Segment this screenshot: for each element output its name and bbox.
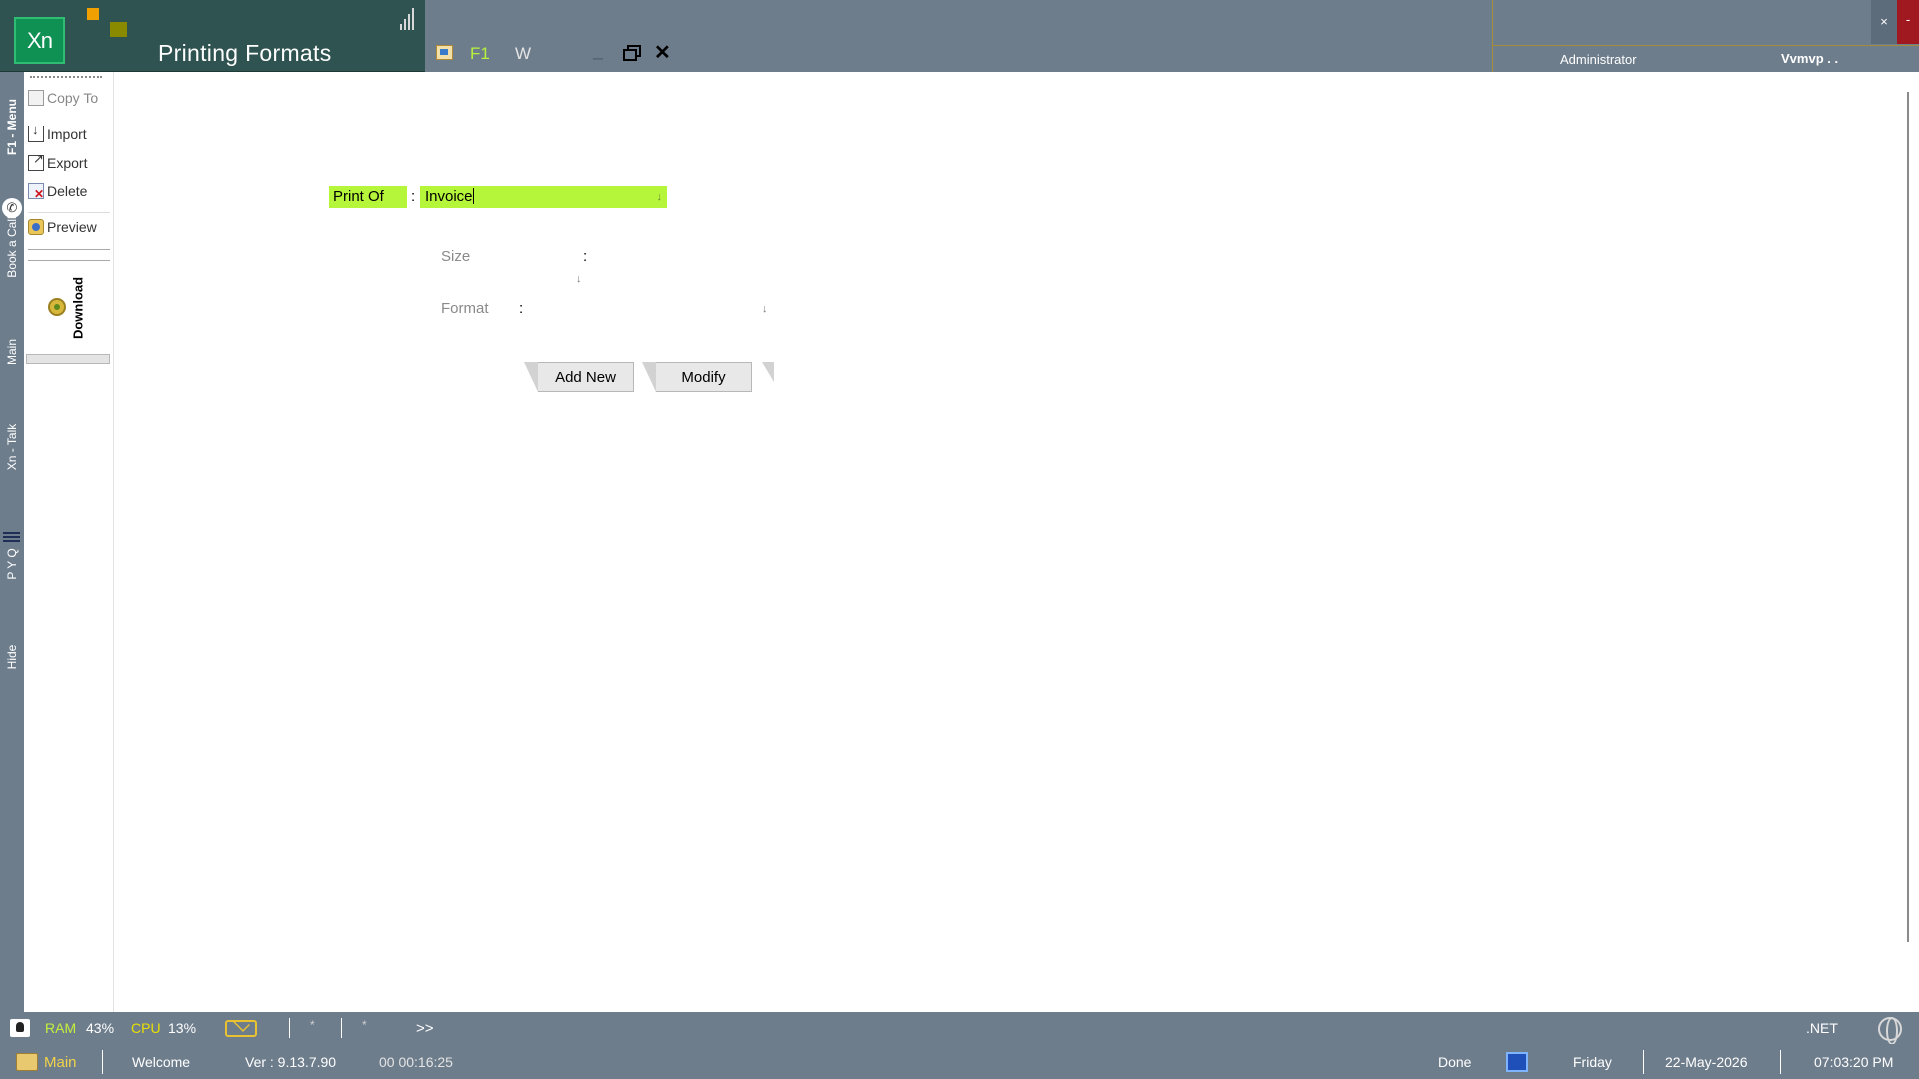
main-tab-vertical[interactable]: Main xyxy=(5,339,19,365)
import-button[interactable]: Import xyxy=(28,122,87,148)
monitor-icon[interactable] xyxy=(1506,1052,1528,1072)
divider xyxy=(28,212,110,213)
top-bar: Xn Printing Formats F1 W _ ✕ × - Adminis… xyxy=(0,0,1919,72)
signal-icon xyxy=(400,8,416,30)
delete-button[interactable]: Delete xyxy=(28,183,87,205)
pyq-tab[interactable]: P Y Q xyxy=(5,548,19,579)
status-star[interactable]: * xyxy=(362,1018,367,1032)
close-window-button[interactable]: ✕ xyxy=(654,40,671,65)
system-status-bar: RAM 43% CPU 13% * * >> .NET xyxy=(0,1012,1919,1045)
side-panel-scrollbar[interactable] xyxy=(26,354,110,364)
cpu-label: CPU xyxy=(131,1020,161,1036)
version-text: Ver : 9.13.7.90 xyxy=(245,1054,337,1070)
globe-icon[interactable] xyxy=(1878,1017,1902,1045)
import-icon xyxy=(28,122,44,142)
print-of-colon: : xyxy=(411,188,416,205)
app-minimize-button[interactable]: - xyxy=(1897,0,1919,44)
print-of-value: Invoice xyxy=(425,188,473,205)
elapsed-time: 00 00:16:25 xyxy=(379,1054,453,1070)
export-button[interactable]: Export xyxy=(28,151,88,177)
time-text: 07:03:20 PM xyxy=(1814,1054,1894,1070)
restore-window-icon[interactable] xyxy=(623,45,641,61)
download-button[interactable]: Download xyxy=(71,277,86,339)
action-side-panel: Copy To Import Export Delete Preview Dow… xyxy=(24,72,114,1012)
preview-icon xyxy=(28,219,44,235)
microphone-icon[interactable] xyxy=(10,1019,30,1037)
modify-button[interactable]: Modify xyxy=(642,362,752,392)
divider xyxy=(28,249,110,250)
title-panel: Xn Printing Formats xyxy=(0,0,425,72)
scrollbar-thumb[interactable] xyxy=(1907,92,1909,942)
menu-tab[interactable]: F1 - Menu xyxy=(5,99,19,155)
delete-label: Delete xyxy=(47,183,88,199)
import-label: Import xyxy=(47,126,87,142)
f1-button[interactable]: F1 xyxy=(470,44,490,64)
divider xyxy=(1780,1050,1781,1074)
status-star[interactable]: * xyxy=(310,1018,315,1032)
divider xyxy=(289,1018,290,1038)
ram-label: RAM xyxy=(45,1020,77,1036)
divider xyxy=(341,1018,342,1038)
copy-to-label: Copy To xyxy=(47,90,99,106)
main-tab[interactable]: Main xyxy=(44,1054,77,1071)
main-folder-icon[interactable] xyxy=(16,1053,38,1071)
divider xyxy=(1643,1050,1644,1074)
text-cursor xyxy=(472,188,474,204)
format-colon: : xyxy=(519,300,524,317)
size-colon: : xyxy=(583,248,588,265)
button-bar-tail xyxy=(762,362,774,382)
xn-talk-tab[interactable]: Xn - Talk xyxy=(5,424,19,470)
preview-label: Preview xyxy=(47,219,97,235)
cpu-value: 13% xyxy=(168,1020,197,1036)
size-dropdown-arrow-icon[interactable]: ↓ xyxy=(576,273,582,285)
user-panel: × - Administrator Vvmvp . . xyxy=(1492,0,1919,72)
status-text: Done xyxy=(1438,1054,1472,1070)
company-name: Vvmvp . . xyxy=(1781,51,1839,66)
format-label: Format xyxy=(441,300,489,317)
hide-tab[interactable]: Hide xyxy=(5,645,19,670)
net-label: .NET xyxy=(1806,1020,1838,1036)
grip-handle[interactable] xyxy=(30,76,102,78)
copy-icon xyxy=(28,90,44,106)
olive-square-icon xyxy=(110,22,127,37)
print-of-label: Print Of xyxy=(329,186,407,208)
phone-icon[interactable]: ✆ xyxy=(2,198,22,218)
ram-value: 43% xyxy=(86,1020,115,1036)
screen-icon[interactable] xyxy=(436,45,453,60)
app-close-button[interactable]: × xyxy=(1871,0,1897,44)
divider xyxy=(28,260,110,261)
book-call-tab[interactable]: Book a Call xyxy=(5,216,19,277)
main-content xyxy=(114,72,1899,1012)
vertical-scrollbar[interactable] xyxy=(1899,72,1919,1012)
app-logo[interactable]: Xn xyxy=(14,17,65,64)
export-icon xyxy=(28,151,44,171)
minimize-button[interactable]: _ xyxy=(593,40,603,61)
footer-bar: Main Welcome Ver : 9.13.7.90 00 00:16:25… xyxy=(0,1044,1919,1079)
print-of-dropdown[interactable]: Invoice ↓ xyxy=(420,186,667,208)
divider xyxy=(102,1050,103,1074)
format-dropdown-arrow-icon[interactable]: ↓ xyxy=(762,303,768,315)
day-text: Friday xyxy=(1573,1054,1612,1070)
copy-to-button[interactable]: Copy To xyxy=(28,90,98,112)
chevron-down-icon[interactable]: ↓ xyxy=(657,186,663,208)
w-button[interactable]: W xyxy=(515,44,531,64)
list-icon[interactable] xyxy=(3,532,20,546)
preview-button[interactable]: Preview xyxy=(28,219,97,241)
date-text: 22-May-2026 xyxy=(1665,1054,1748,1070)
add-new-button[interactable]: Add New xyxy=(524,362,634,392)
download-icon[interactable] xyxy=(48,298,66,316)
delete-icon xyxy=(28,183,44,201)
user-panel-divider xyxy=(1493,45,1919,46)
mail-icon[interactable] xyxy=(225,1020,257,1037)
user-name: Administrator xyxy=(1560,52,1637,67)
more-button[interactable]: >> xyxy=(416,1020,434,1037)
page-title: Printing Formats xyxy=(158,40,332,66)
export-label: Export xyxy=(47,155,88,171)
vertical-nav-strip: F1 - Menu ✆ Book a Call Main Xn - Talk P… xyxy=(0,72,24,1012)
size-label: Size xyxy=(441,248,471,265)
orange-square-icon xyxy=(87,8,99,20)
welcome-text: Welcome xyxy=(132,1054,191,1070)
